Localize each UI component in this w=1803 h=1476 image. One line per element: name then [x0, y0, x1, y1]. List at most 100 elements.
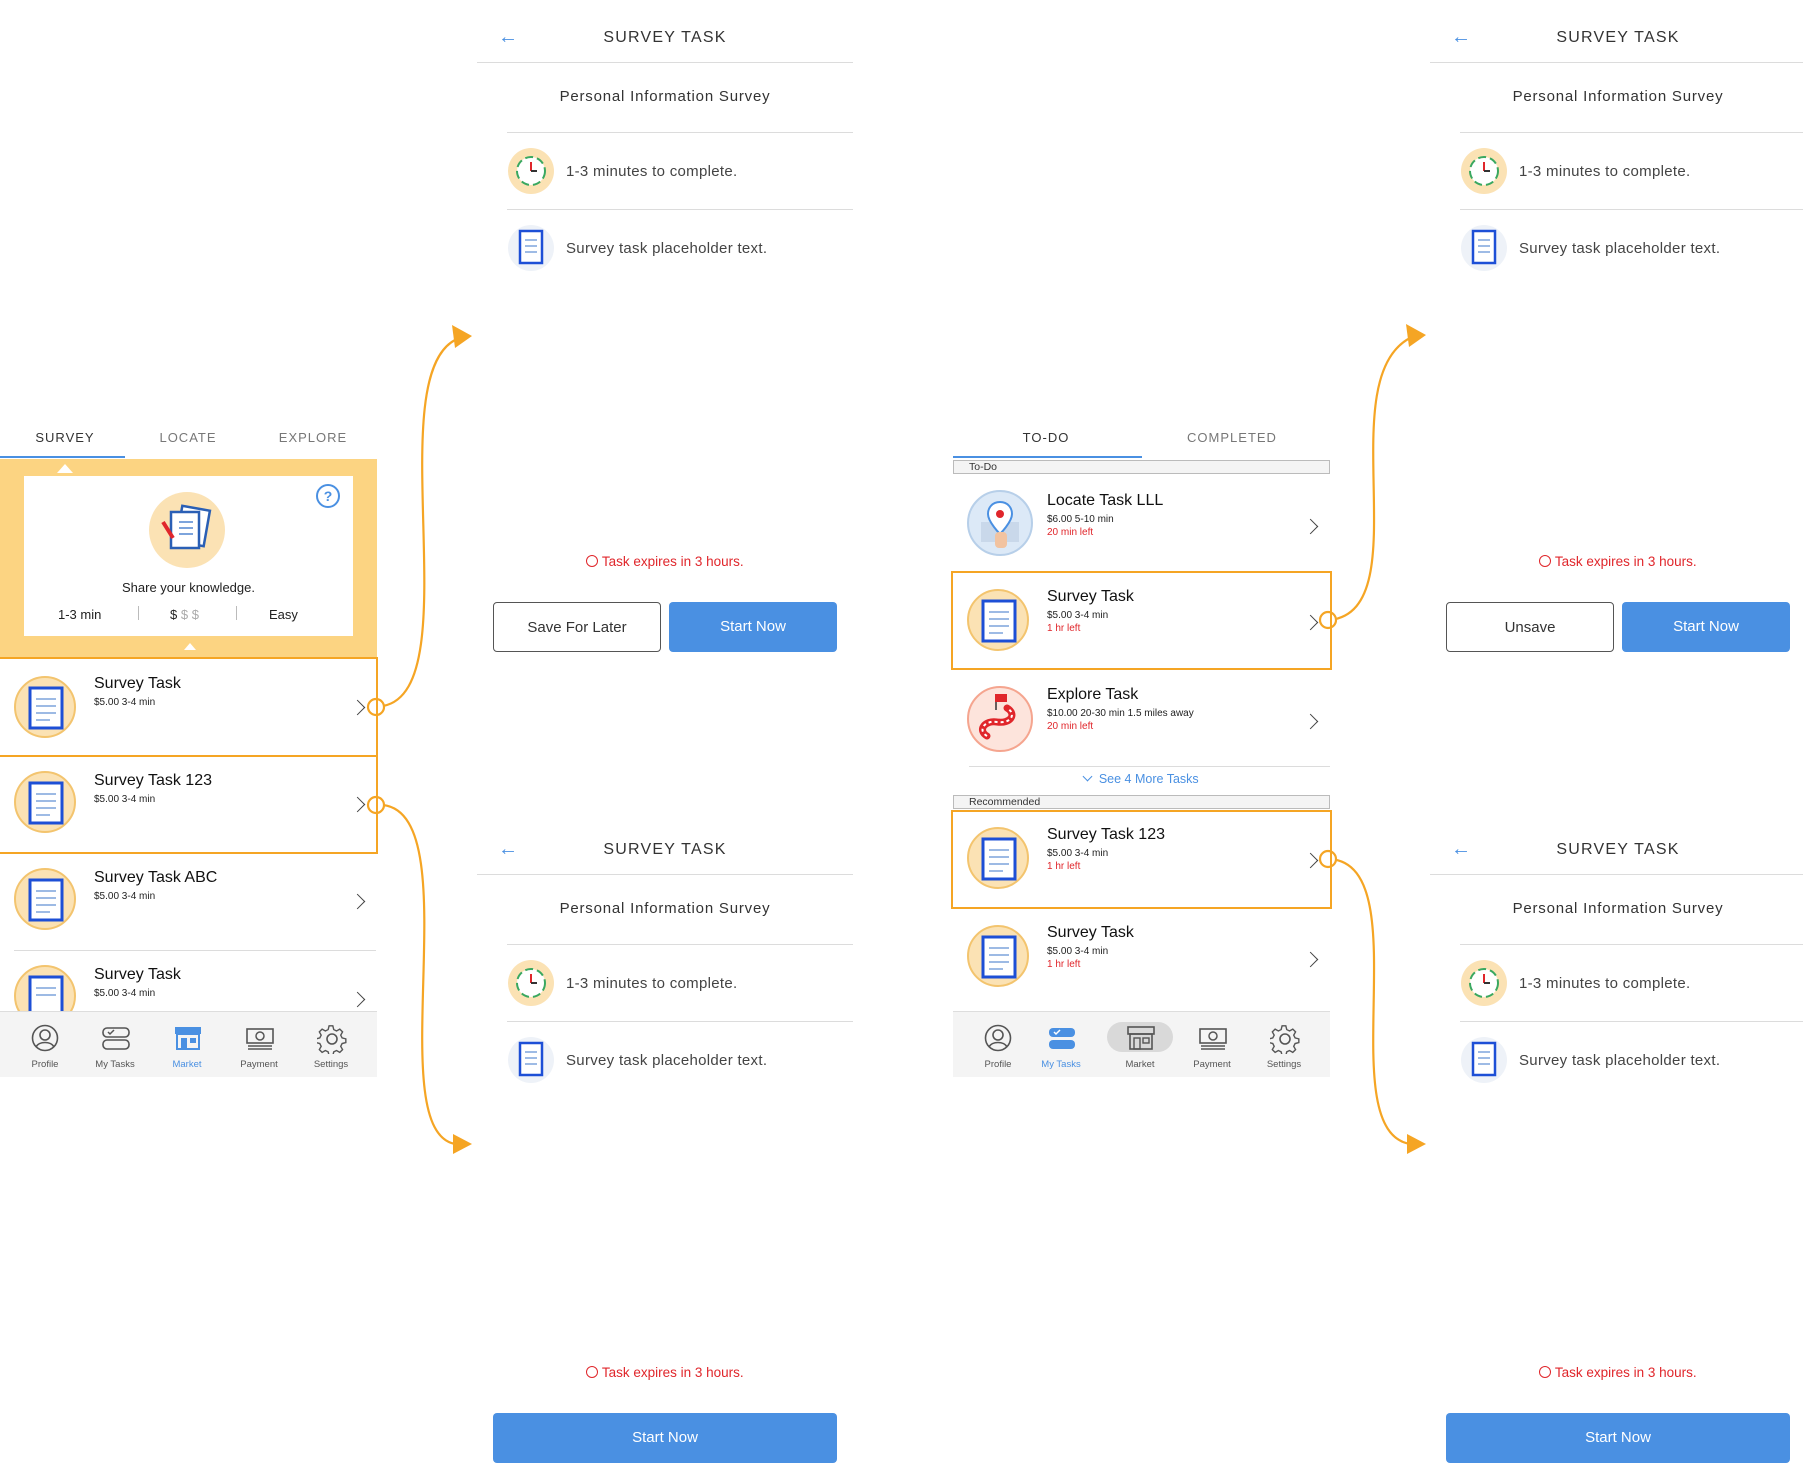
row-divider: [507, 132, 853, 133]
task-title: Survey Task: [1047, 924, 1134, 941]
clipboard-icon: [1461, 225, 1507, 271]
row-divider: [507, 209, 853, 210]
collapse-caret-icon[interactable]: [184, 643, 196, 650]
clipboard-icon: [14, 868, 76, 930]
survey-name: Personal Information Survey: [559, 88, 771, 105]
task-row[interactable]: Survey Task ABC $5.00 3-4 min: [0, 853, 377, 950]
duration-text: 1-3 minutes to complete.: [1519, 163, 1691, 180]
task-row[interactable]: Survey Task $5.00 3-4 min: [0, 951, 377, 1011]
row-divider: [507, 944, 853, 945]
task-row[interactable]: Locate Task LLL $6.00 5-10 min 20 min le…: [953, 475, 1330, 572]
profile-icon: [984, 1024, 1012, 1052]
timer-icon: [508, 148, 554, 194]
survey-name: Personal Information Survey: [1512, 88, 1724, 105]
tab-explore[interactable]: EXPLORE: [251, 430, 375, 445]
store-icon: [175, 1027, 201, 1050]
tasks-icon: [1049, 1028, 1075, 1049]
expiry-text: Task expires in 3 hours.: [601, 1365, 744, 1380]
clock-icon: [1539, 555, 1552, 567]
start-now-button[interactable]: Start Now: [669, 602, 837, 652]
task-meta: $10.00 20-30 min 1.5 miles away: [1047, 708, 1194, 719]
pay-active: $: [170, 607, 178, 622]
nav-label: My Tasks: [1041, 1059, 1081, 1070]
unsave-button[interactable]: Unsave: [1446, 602, 1614, 652]
task-due: 1 hr left: [1047, 959, 1081, 970]
expiry-text: Task expires in 3 hours.: [1554, 1365, 1697, 1380]
description-text: Survey task placeholder text.: [1519, 240, 1721, 257]
highlight-box: [0, 657, 378, 757]
task-row[interactable]: Explore Task $10.00 20-30 min 1.5 miles …: [953, 669, 1330, 766]
task-title: Explore Task: [1047, 686, 1139, 703]
gear-icon: [1270, 1025, 1300, 1054]
clipboard-icon: [1461, 1037, 1507, 1083]
row-divider: [969, 766, 1330, 767]
section-label-todo: To-Do: [953, 460, 1330, 474]
timer-icon: [1461, 148, 1507, 194]
bottom-nav: Profile My Tasks Market Payment Settings: [0, 1011, 377, 1077]
clipboard-icon: [967, 925, 1029, 987]
map-pin-icon: [967, 490, 1033, 556]
tab-completed[interactable]: COMPLETED: [1139, 430, 1325, 445]
expiry-notice: Task expires in 3 hours.: [477, 554, 853, 569]
duration-text: 1-3 minutes to complete.: [566, 975, 738, 992]
tab-indicator: [0, 456, 125, 458]
nav-label: My Tasks: [95, 1059, 135, 1070]
highlight-box: [951, 571, 1332, 670]
page-title: SURVEY TASK: [1556, 841, 1680, 858]
stat-divider: [236, 606, 237, 620]
tab-todo[interactable]: TO-DO: [953, 430, 1139, 445]
expiry-notice: Task expires in 3 hours.: [477, 1365, 853, 1380]
tab-survey[interactable]: SURVEY: [3, 430, 127, 445]
see-more-link[interactable]: See 4 More Tasks: [953, 771, 1330, 786]
profile-icon: [31, 1024, 59, 1052]
cash-icon: [1199, 1028, 1227, 1050]
clipboard-icon: [508, 225, 554, 271]
task-title: Survey Task: [94, 966, 181, 983]
task-meta: $5.00 3-4 min: [94, 988, 156, 999]
expiry-notice: Task expires in 3 hours.: [1430, 554, 1803, 569]
clock-icon: [586, 555, 599, 567]
tab-locate[interactable]: LOCATE: [126, 430, 250, 445]
timer-icon: [1461, 960, 1507, 1006]
category-tagline: Share your knowledge.: [122, 580, 255, 595]
stat-divider: [138, 606, 139, 620]
start-now-button[interactable]: Start Now: [493, 1413, 837, 1463]
start-now-button[interactable]: Start Now: [1622, 602, 1790, 652]
page-title: SURVEY TASK: [1556, 29, 1680, 46]
see-more-label: See 4 More Tasks: [1098, 772, 1199, 786]
task-meta: $5.00 3-4 min: [94, 891, 156, 902]
row-divider: [507, 1021, 853, 1022]
task-due: 20 min left: [1047, 721, 1094, 732]
nav-label: Market: [1125, 1059, 1155, 1070]
highlight-box: [951, 810, 1332, 909]
expiry-text: Task expires in 3 hours.: [601, 554, 744, 569]
timer-icon: [508, 960, 554, 1006]
page-title: SURVEY TASK: [603, 841, 727, 858]
nav-label: Payment: [240, 1059, 278, 1070]
save-for-later-button[interactable]: Save For Later: [493, 602, 661, 652]
chevron-right-icon: [1302, 951, 1319, 968]
survey-name: Personal Information Survey: [559, 900, 771, 917]
task-title: Survey Task ABC: [94, 869, 218, 886]
start-now-button[interactable]: Start Now: [1446, 1413, 1790, 1463]
task-title: Locate Task LLL: [1047, 492, 1164, 509]
help-button[interactable]: ?: [316, 484, 340, 508]
chevron-right-icon: [1302, 713, 1319, 730]
chevron-right-icon: [349, 991, 366, 1008]
bottom-nav: Profile My Tasks Market Payment Settings: [953, 1011, 1330, 1077]
duration-text: 1-3 minutes to complete.: [566, 163, 738, 180]
task-due: 20 min left: [1047, 527, 1094, 538]
description-text: Survey task placeholder text.: [1519, 1052, 1721, 1069]
clock-icon: [1539, 1366, 1552, 1378]
clipboard-icon: [14, 965, 76, 1011]
row-divider: [1460, 944, 1803, 945]
task-row[interactable]: Survey Task $5.00 3-4 min 1 hr left: [953, 908, 1330, 1005]
page-title: SURVEY TASK: [603, 29, 727, 46]
nav-label: Settings: [313, 1059, 349, 1070]
survey-illustration-icon: [149, 492, 225, 568]
category-card: ? Share your knowledge. 1-3 min $ $ $ Ea…: [24, 476, 353, 636]
header-divider: [1430, 874, 1803, 875]
chevron-down-icon: [1082, 771, 1093, 782]
store-icon: [1127, 1026, 1155, 1050]
category-pay: $ $ $: [170, 607, 199, 622]
